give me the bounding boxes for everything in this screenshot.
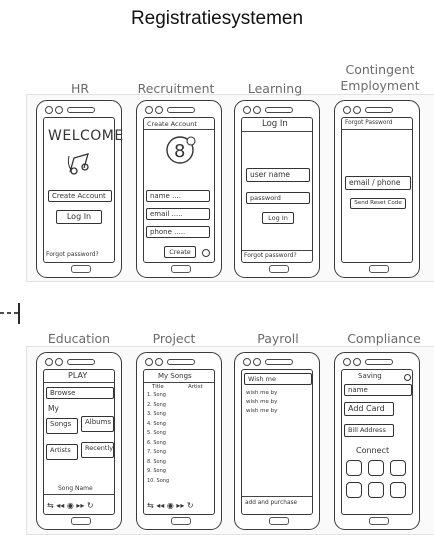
song-row[interactable]: 6. Song (147, 440, 213, 449)
music-logo-icon (67, 153, 89, 175)
create-button[interactable]: Create (164, 246, 196, 258)
phone-recruitment: Create Account 8 name .... email ..... p… (136, 100, 222, 278)
login-header: Log In (262, 119, 288, 129)
connect-label: Connect (356, 446, 390, 455)
player-controls-icon[interactable]: ⇆ ◂◂ ◉ ▸▸ ↻ (147, 499, 213, 511)
song-title: 9. Song (147, 468, 166, 474)
phone-field[interactable]: phone ..... (146, 226, 210, 238)
email-field[interactable]: email ..... (146, 208, 210, 220)
artist-column-header: Artist (188, 384, 203, 390)
play-header: PLAY (68, 371, 88, 380)
player-controls-icon[interactable]: ⇆ ◂◂ ◉ ▸▸ ↻ (47, 499, 113, 511)
song-title: 10. Song (147, 477, 170, 484)
social-icon-4[interactable] (346, 482, 362, 498)
svg-text:8: 8 (174, 141, 185, 162)
screen-contingent: Forgot Password email / phone Send Reset… (341, 117, 413, 263)
name-field[interactable]: name (344, 384, 412, 396)
song-row[interactable]: 9. Song (147, 468, 213, 477)
phone-compliance: Saving name Add Card Bill Address Connec… (334, 352, 420, 530)
svg-text:⇆ ◂◂ ◉ ▸▸ ↻: ⇆ ◂◂ ◉ ▸▸ ↻ (47, 501, 94, 510)
label-compliance: Compliance (347, 331, 421, 346)
song-row[interactable]: 5. Song (147, 430, 213, 439)
label-project: Project (152, 331, 196, 346)
page-title: Registratiesystemen (130, 8, 304, 29)
forgot-password-link[interactable]: Forgot password? (244, 252, 297, 259)
label-payroll: Payroll (257, 331, 299, 346)
settings-icon[interactable] (202, 249, 210, 257)
albums-button[interactable]: Albums (81, 416, 114, 432)
song-row[interactable]: 4. Song (147, 421, 213, 430)
song-title: 4. Song (147, 420, 166, 427)
label-contingent: Contingent Employment (340, 62, 420, 93)
svg-text:⇆ ◂◂ ◉ ▸▸ ↻: ⇆ ◂◂ ◉ ▸▸ ↻ (147, 501, 194, 510)
login-submit-button[interactable]: Log In (262, 212, 294, 224)
song-title: 2. Song (147, 401, 166, 408)
browse-search-field[interactable]: Browse (46, 387, 114, 399)
connector-arrow (0, 303, 20, 324)
phone-learning: Log In user name password Log In Forgot … (234, 100, 320, 278)
send-reset-code-button[interactable]: Send Reset Code (350, 198, 406, 209)
settings-icon[interactable] (404, 374, 411, 381)
wish-list-item[interactable]: wish me by (246, 408, 277, 414)
song-row[interactable]: 8. Song (147, 459, 213, 468)
song-title: 8. Song (147, 458, 166, 465)
screen-payroll: Wish me wish me by wish me by wish me by… (241, 369, 313, 515)
song-title: 6. Song (147, 439, 166, 446)
phone-education: PLAY Browse My Songs Albums Artists Rece… (36, 352, 122, 530)
social-icon-2[interactable] (368, 460, 384, 476)
label-education: Education (47, 331, 111, 346)
username-field[interactable]: user name (246, 168, 310, 182)
song-row[interactable]: 3. Song (147, 411, 213, 420)
phone-project: My Songs Title Artist 1. Song 2. Song 3. S… (136, 352, 222, 530)
song-title: 1. Song (147, 392, 166, 398)
saving-header: Saving (358, 372, 382, 380)
screen-hr: WELCOME Create Account Log In Forgot pas… (43, 117, 123, 263)
phone-payroll: Wish me wish me by wish me by wish me by… (234, 352, 320, 530)
create-account-header: Create Account (147, 120, 197, 128)
screen-education: PLAY Browse My Songs Albums Artists Rece… (43, 369, 115, 515)
forgot-password-header: Forgot Password (345, 120, 393, 126)
my-songs-header: My Songs (158, 372, 192, 380)
email-phone-field[interactable]: email / phone (345, 176, 411, 190)
name-field[interactable]: name .... (146, 190, 210, 202)
song-row[interactable]: 7. Song (147, 449, 213, 458)
song-row[interactable]: 1. Song (147, 392, 213, 401)
now-playing-song: Song Name (58, 485, 93, 492)
artists-button[interactable]: Artists (46, 444, 78, 460)
label-hr: HR (70, 81, 90, 96)
create-account-button[interactable]: Create Account (48, 190, 112, 202)
avatar-icon: 8 (166, 136, 196, 164)
song-title: 3. Song (147, 411, 166, 417)
songs-button[interactable]: Songs (46, 418, 78, 434)
title-column-header: Title (152, 384, 164, 390)
recently-button[interactable]: Recently (81, 442, 114, 458)
phone-hr: WELCOME Create Account Log In Forgot pas… (36, 100, 123, 278)
welcome-heading: WELCOME (48, 128, 124, 144)
song-row[interactable]: 10. Song (147, 478, 213, 487)
social-icon-6[interactable] (390, 482, 406, 498)
screen-compliance: Saving name Add Card Bill Address Connec… (341, 369, 413, 515)
song-title: 5. Song (147, 430, 166, 436)
my-label: My (48, 404, 59, 413)
social-icon-1[interactable] (346, 460, 362, 476)
wish-search-field[interactable]: Wish me (244, 373, 312, 385)
wish-list-item[interactable]: wish me by (246, 399, 277, 405)
screen-learning: Log In user name password Log In Forgot … (241, 117, 313, 263)
social-icon-3[interactable] (390, 460, 406, 476)
bill-address-field[interactable]: Bill Address (344, 424, 394, 437)
label-recruitment: Recruitment (137, 81, 215, 96)
wish-list-item[interactable]: wish me by (246, 390, 277, 396)
song-title: 7. Song (147, 449, 166, 455)
add-card-button[interactable]: Add Card (344, 402, 394, 416)
password-field[interactable]: password (246, 192, 310, 204)
forgot-password-link[interactable]: Forgot password? (46, 251, 99, 258)
screen-project: My Songs Title Artist 1. Song 2. Song 3. S… (143, 369, 215, 515)
add-purchase-footer[interactable]: add and purchase (245, 500, 297, 506)
social-icon-5[interactable] (368, 482, 384, 498)
login-button[interactable]: Log In (56, 210, 102, 224)
song-row[interactable]: 2. Song (147, 402, 213, 411)
phone-contingent: Forgot Password email / phone Send Reset… (334, 100, 420, 278)
screen-recruitment: Create Account 8 name .... email ..... p… (143, 117, 215, 263)
label-learning: Learning (247, 81, 303, 96)
